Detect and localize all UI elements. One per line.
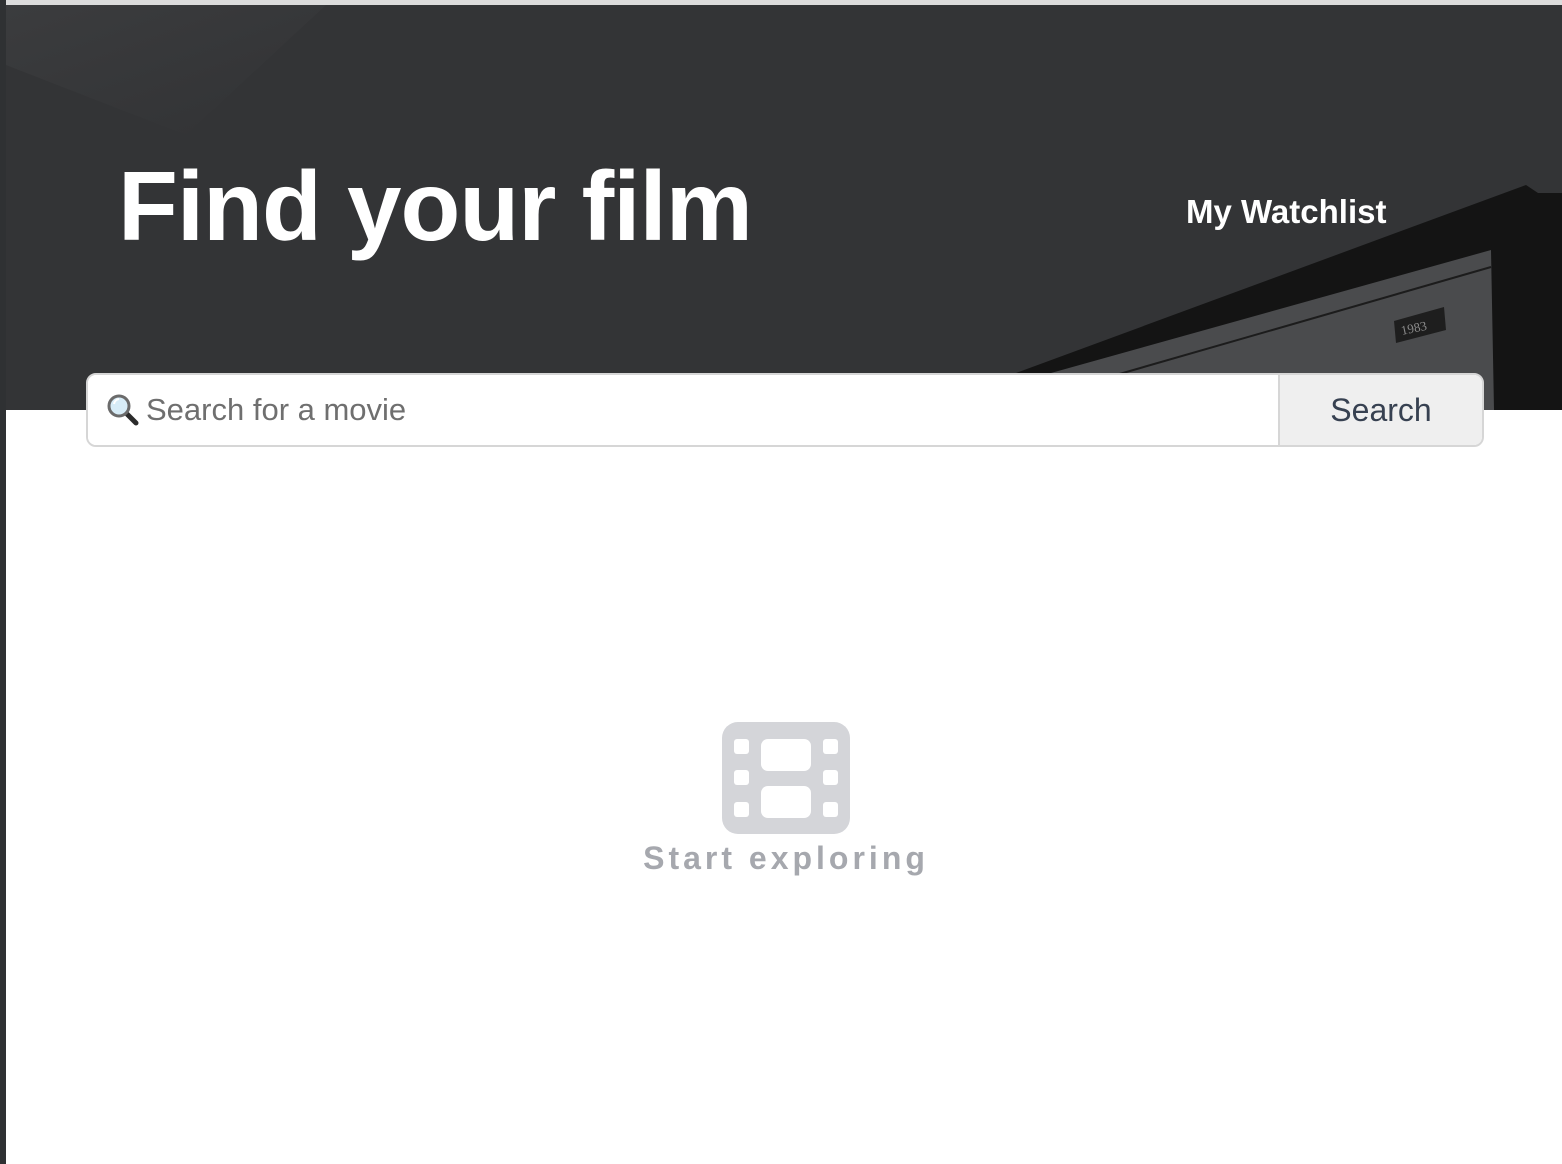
search-button[interactable]: Search <box>1278 375 1482 445</box>
search-field[interactable] <box>88 375 1278 445</box>
empty-state-text: Start exploring <box>643 840 929 876</box>
film-icon <box>722 722 850 834</box>
app: 1983 Find your film My Watchlist Search <box>0 0 1562 1164</box>
my-watchlist-link[interactable]: My Watchlist <box>1186 193 1386 231</box>
page-title: Find your film <box>118 151 753 261</box>
hero-banner: 1983 Find your film My Watchlist <box>6 5 1562 410</box>
search-input[interactable] <box>140 375 1278 445</box>
search-icon <box>106 393 140 427</box>
search-bar: Search <box>86 373 1484 447</box>
window-left-border <box>0 0 6 1164</box>
empty-state: Start exploring <box>0 722 1562 877</box>
